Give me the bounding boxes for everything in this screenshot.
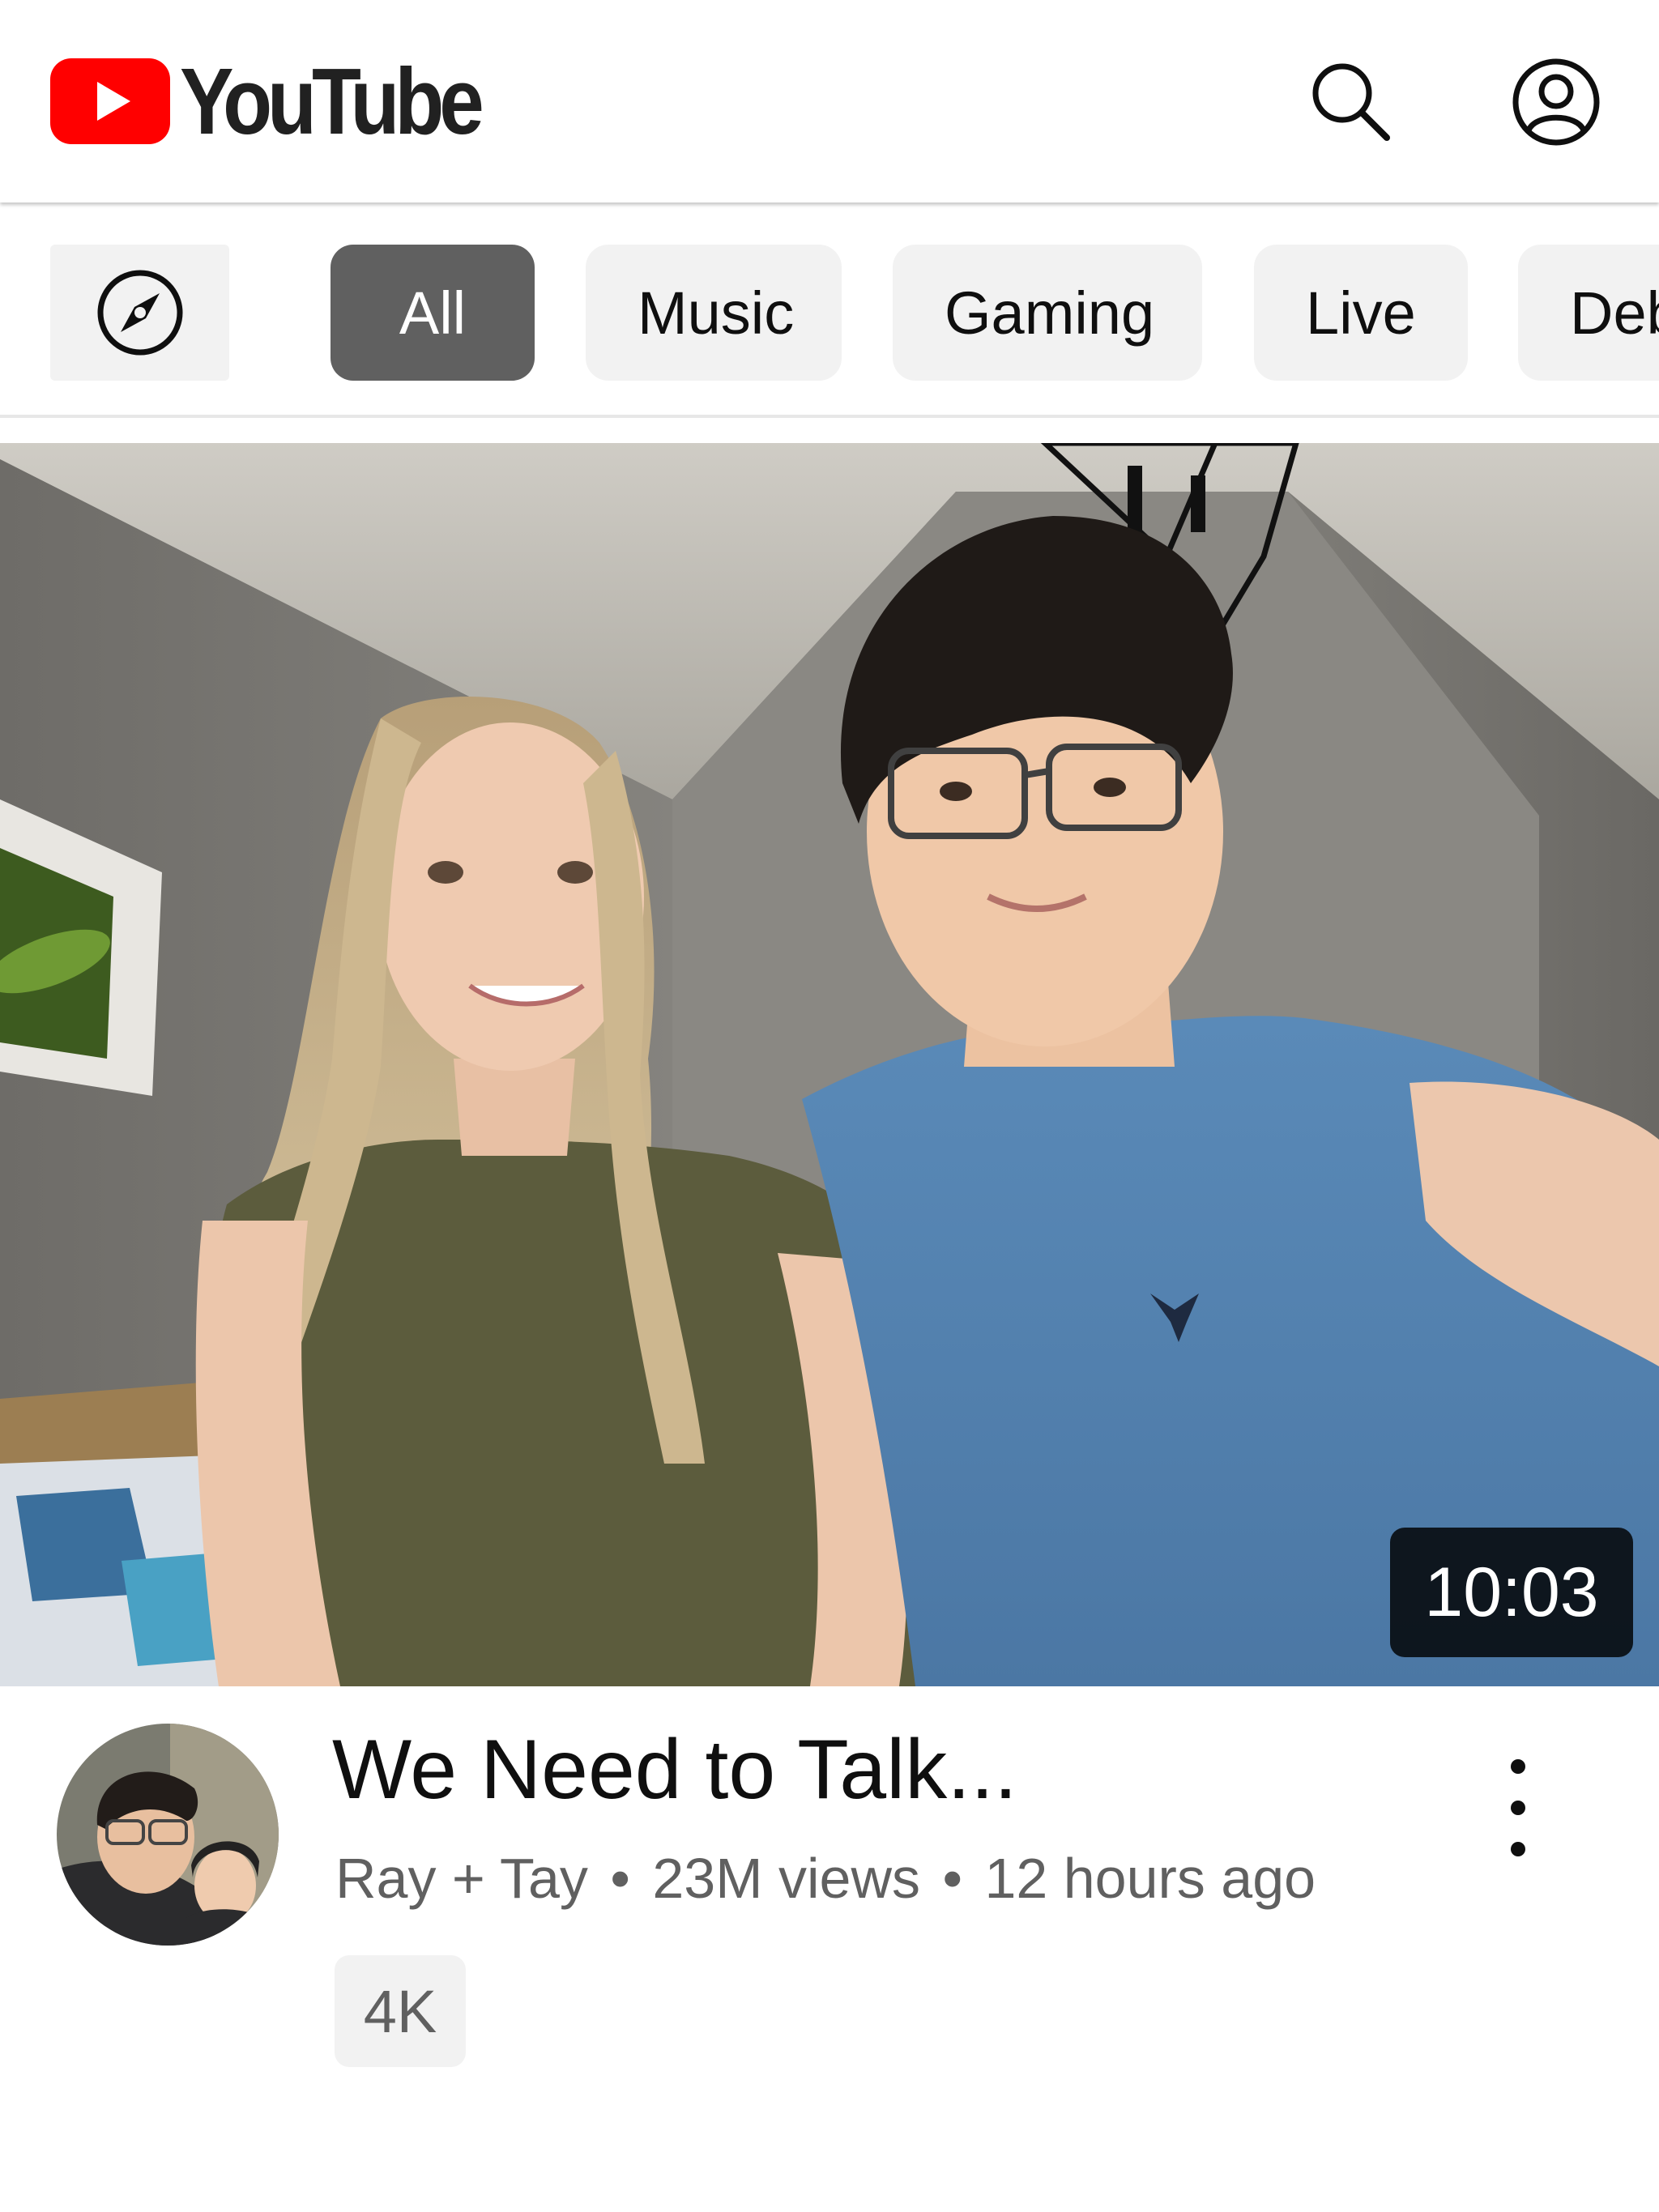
chip-deb[interactable]: Deb [1518, 245, 1659, 381]
youtube-logo[interactable]: YouTube [50, 49, 528, 154]
account-icon[interactable] [1511, 57, 1601, 147]
channel-avatar[interactable] [57, 1724, 279, 1946]
chip-music[interactable]: Music [586, 245, 842, 381]
view-count: 23M views [652, 1847, 921, 1910]
explore-button[interactable] [50, 245, 229, 381]
search-icon[interactable] [1306, 57, 1395, 146]
chip-all[interactable]: All [331, 245, 535, 381]
app-header: YouTube [0, 0, 1659, 202]
logo-wordmark: YouTube [180, 49, 484, 154]
quality-badge: 4K [335, 1955, 466, 2067]
video-title[interactable]: We Need to Talk... [332, 1722, 1017, 1818]
dot [1511, 1759, 1525, 1774]
channel-avatar-image [57, 1724, 279, 1946]
channel-name[interactable]: Ray + Tay [335, 1847, 588, 1910]
compass-icon [97, 270, 182, 356]
dot [1511, 1842, 1525, 1856]
video-duration-badge: 10:03 [1390, 1528, 1633, 1657]
meta-separator: • [610, 1847, 630, 1910]
video-metadata: Ray + Tay • 23M views • 12 hours ago [335, 1847, 1316, 1912]
upload-age: 12 hours ago [984, 1847, 1316, 1910]
video-thumbnail[interactable]: 10:03 [0, 443, 1659, 1686]
category-chips-bar: All Music Gaming Live Deb [0, 202, 1659, 418]
more-vertical-icon[interactable] [1484, 1759, 1552, 1856]
thumbnail-image [0, 443, 1659, 1686]
youtube-play-icon [50, 58, 170, 144]
dot [1511, 1801, 1525, 1815]
meta-separator: • [942, 1847, 962, 1910]
chip-gaming[interactable]: Gaming [893, 245, 1202, 381]
chip-live[interactable]: Live [1254, 245, 1468, 381]
